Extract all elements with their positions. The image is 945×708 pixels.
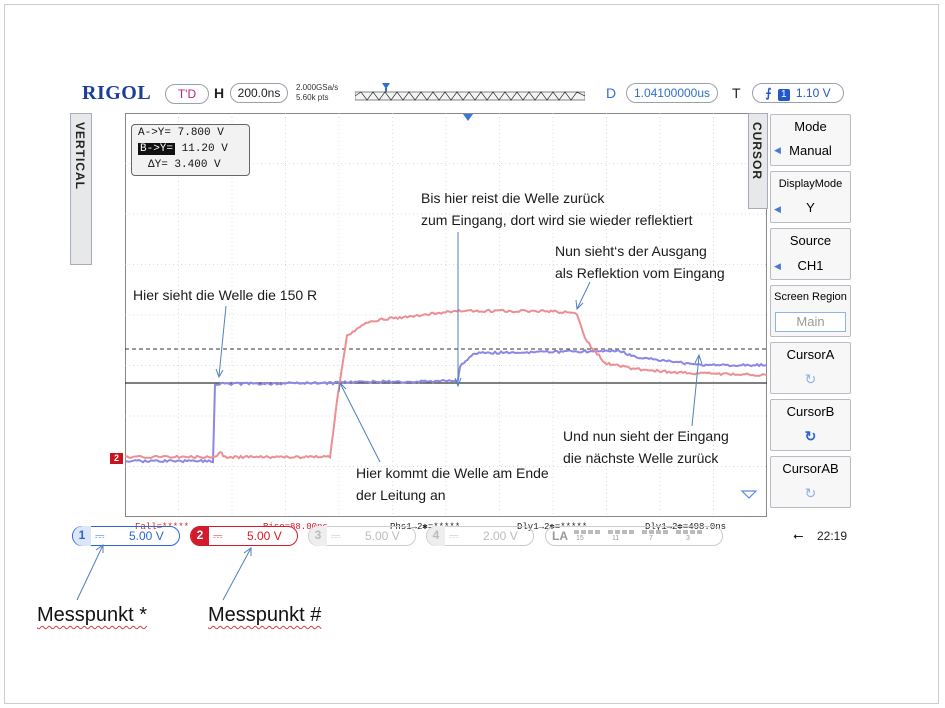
callout-measure-point-2: Messpunkt #: [208, 604, 321, 627]
callout-measure-point-1: Messpunkt *: [37, 604, 147, 627]
annotation-arrows: [0, 0, 945, 708]
